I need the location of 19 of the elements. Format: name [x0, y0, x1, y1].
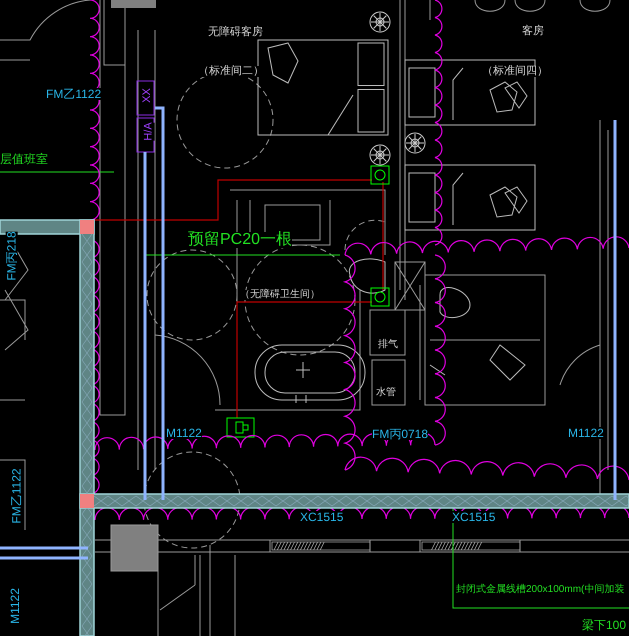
- room-label: 水管: [376, 388, 396, 398]
- tag-label: H/A: [144, 122, 155, 141]
- room-label: 客房: [522, 26, 544, 37]
- door-label: M1122: [568, 427, 604, 439]
- door-label: M1122: [8, 588, 21, 624]
- door-label: XC1515: [452, 511, 496, 523]
- door-label: FM丙0718: [372, 428, 428, 440]
- annotation-text: 预留PC20一根: [188, 232, 292, 248]
- room-label: 无障碍客房: [208, 27, 263, 38]
- room-label: 排气: [378, 340, 398, 350]
- annotation-text: 层值班室: [0, 153, 48, 165]
- annotation-text: 封闭式金属线槽200x100mm(中间加装: [456, 585, 624, 595]
- door-label: FM乙1122: [10, 468, 23, 524]
- door-label: FM乙1122: [46, 88, 102, 100]
- tag-label: XX: [142, 88, 153, 103]
- door-label: M1122: [166, 427, 202, 439]
- door-label: FM丙218: [6, 231, 18, 281]
- annotation-text: 梁下100: [582, 619, 626, 631]
- door-label: XC1515: [300, 511, 344, 523]
